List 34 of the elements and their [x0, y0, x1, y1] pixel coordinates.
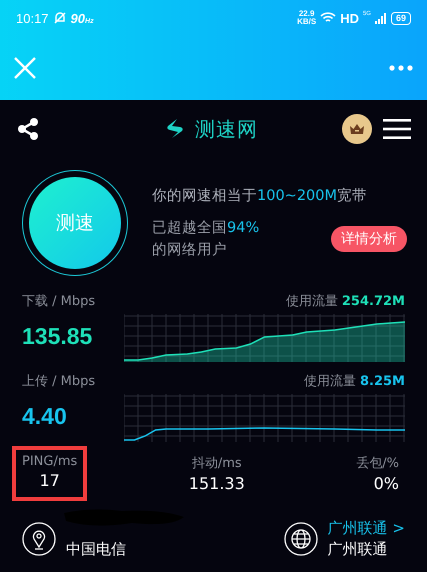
stat-label: 丢包/%	[356, 455, 399, 472]
stat-label: 抖动/ms	[190, 455, 243, 472]
clock-time: 10:17	[16, 10, 49, 26]
wifi-icon	[320, 12, 336, 24]
metric-label: 上传 / Mbps	[22, 373, 96, 390]
app-logo-text: 测速网	[195, 116, 258, 142]
share-icon[interactable]	[16, 117, 40, 141]
stat-value: 17	[38, 471, 61, 490]
stat-label: PING/ms	[22, 454, 78, 469]
server-link[interactable]: 广州联通 >	[328, 519, 405, 538]
signal-icon	[374, 12, 387, 24]
globe-icon	[284, 522, 318, 556]
hd-indicator: HD	[340, 10, 359, 26]
metric-label: 下载 / Mbps	[22, 293, 96, 310]
network-speed-unit: KB/S	[297, 18, 316, 26]
detail-analysis-button[interactable]: 详情分析	[331, 226, 407, 252]
menu-icon[interactable]	[383, 118, 411, 140]
location-pin-icon	[22, 522, 56, 556]
data-usage: 使用流量 254.72M	[284, 293, 405, 310]
speed-test-button[interactable]: 测速	[29, 177, 121, 269]
speed-summary: 你的网速相当于100~200M宽带	[152, 186, 368, 204]
more-icon[interactable]	[389, 65, 413, 71]
stat-value: 151.33	[188, 474, 245, 493]
metric-value: 4.40	[22, 402, 68, 430]
operator-name: 中国电信	[66, 540, 126, 558]
rank-text: 已超越全国 94% 的网络用户	[152, 218, 260, 260]
alarm-off-icon	[52, 11, 67, 25]
data-usage: 使用流量 8.25M	[302, 373, 405, 390]
server-name: 广州联通	[328, 540, 389, 559]
battery-level: 69	[390, 12, 411, 24]
crown-icon[interactable]	[341, 113, 373, 145]
stat-value: 0%	[372, 474, 399, 493]
metric-value: 135.85	[22, 322, 94, 350]
network-speed: 22.9	[298, 10, 314, 18]
